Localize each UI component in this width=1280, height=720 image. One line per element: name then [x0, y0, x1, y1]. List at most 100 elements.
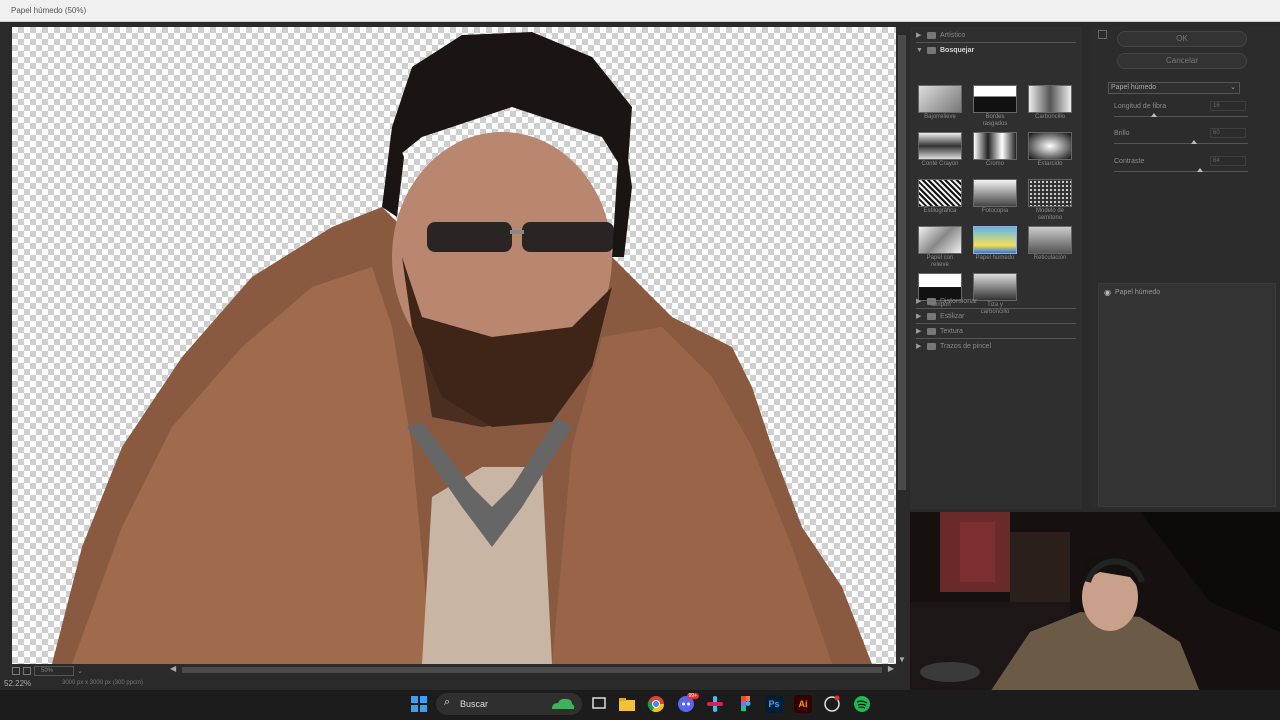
filter-select-value: Papel húmedo — [1111, 84, 1157, 91]
slider-track[interactable] — [1114, 143, 1248, 144]
param-value-input[interactable]: 64 — [1210, 156, 1246, 166]
collapse-arrow-icon: ▼ — [916, 46, 923, 54]
thumb-label: Papel húmedo — [975, 255, 1015, 261]
discord-icon[interactable]: 99+ — [677, 693, 699, 713]
folder-icon — [927, 342, 936, 350]
slider-track[interactable] — [1114, 171, 1248, 172]
folder-icon — [927, 31, 936, 39]
filter-thumb-bordes-rasgados[interactable]: Bordes rasgados — [973, 85, 1017, 128]
chevron-down-icon[interactable]: ⌄ — [77, 667, 83, 675]
filter-thumb-estilografica[interactable]: Estilográfica — [918, 179, 962, 215]
taskbar-search[interactable]: ⌕ Buscar — [436, 693, 582, 715]
zoom-controls: 50% ⌄ — [12, 665, 83, 677]
expand-arrow-icon: ▶ — [916, 313, 922, 320]
filter-gallery-panel: ▶ Artístico ▼ Bosquejar Bajorrelieve Bor… — [910, 27, 1082, 509]
filter-thumb-fotocopia[interactable]: Fotocopia — [973, 179, 1017, 215]
category-textura[interactable]: ▶ Textura — [916, 325, 963, 337]
preview-vertical-scrollbar[interactable]: ▼ — [896, 27, 908, 664]
weather-cloud-icon — [552, 698, 575, 709]
filter-thumb-modelo-de-semitono[interactable]: Modelo de semitono — [1028, 179, 1072, 222]
filter-thumb-cromo[interactable]: Cromo — [973, 132, 1017, 168]
filter-thumb-bajorrelieve[interactable]: Bajorrelieve — [918, 85, 962, 121]
slider-track[interactable] — [1114, 116, 1248, 117]
search-icon: ⌕ — [444, 696, 451, 708]
webcam-feed-image — [910, 512, 1280, 692]
github-icon[interactable] — [823, 695, 841, 713]
category-label: Trazos de pincel — [940, 342, 992, 350]
effect-layer-row[interactable]: ◉ Papel húmedo — [1104, 288, 1160, 297]
param-value-input[interactable]: 60 — [1210, 128, 1246, 138]
zoom-in-button[interactable] — [23, 667, 31, 675]
param-contraste: Contraste 64 — [1114, 156, 1250, 180]
param-brillo: Brillo 60 — [1114, 128, 1250, 152]
filter-preview-canvas[interactable] — [12, 27, 896, 664]
filter-settings-panel: OK Cancelar Papel húmedo ⌄ Longitud de f… — [1090, 27, 1280, 509]
expand-arrow-icon: ▶ — [916, 298, 922, 305]
filter-thumb-conte-crayon[interactable]: Conté Crayon — [918, 132, 962, 168]
file-explorer-icon[interactable] — [618, 695, 636, 713]
category-distorsionar[interactable]: ▶ Distorsionar — [916, 295, 977, 307]
filter-thumb-reticulacion[interactable]: Reticulación — [1028, 226, 1072, 262]
ok-button[interactable]: OK — [1117, 31, 1247, 47]
category-bosquejar[interactable]: ▼ Bosquejar — [916, 44, 974, 56]
thumb-label: Papel con relieve — [926, 255, 954, 268]
thumb-label: Carboncillo — [1034, 114, 1065, 120]
expand-arrow-icon: ▶ — [916, 343, 922, 350]
category-label: Estilizar — [940, 312, 965, 320]
filter-thumb-carboncillo[interactable]: Carboncillo — [1028, 85, 1072, 121]
scroll-left-arrow-icon[interactable]: ◀ — [170, 664, 176, 673]
param-label: Longitud de fibra — [1114, 103, 1167, 110]
category-trazos-de-pincel[interactable]: ▶ Trazos de pincel — [916, 340, 991, 352]
folder-icon — [927, 327, 936, 335]
thumb-label: Cromo — [985, 161, 1004, 167]
category-estilizar[interactable]: ▶ Estilizar — [916, 310, 965, 322]
thumb-label: Modelo de semitono — [1035, 208, 1065, 221]
slack-icon[interactable] — [706, 695, 724, 713]
horizontal-scroll-thumb[interactable] — [182, 667, 882, 673]
thumb-label: Reticulación — [1033, 255, 1067, 261]
cancel-button[interactable]: Cancelar — [1117, 53, 1247, 69]
thumb-label: Estarcido — [1037, 161, 1063, 167]
filter-thumb-papel-con-relieve[interactable]: Papel con relieve — [918, 226, 962, 269]
slider-knob[interactable] — [1191, 140, 1198, 144]
chrome-icon[interactable] — [647, 695, 665, 713]
spotify-icon[interactable] — [853, 695, 871, 713]
scroll-right-arrow-icon[interactable]: ▶ — [888, 664, 894, 673]
scroll-down-arrow-icon[interactable]: ▼ — [898, 655, 906, 664]
windows-start-icon[interactable] — [410, 695, 428, 713]
photoshop-icon[interactable]: Ps — [765, 695, 783, 713]
vertical-scroll-thumb[interactable] — [898, 35, 906, 490]
preview-horizontal-scrollbar[interactable]: ◀ ▶ — [168, 664, 896, 676]
task-view-icon[interactable] — [590, 695, 608, 713]
chevron-down-icon: ⌄ — [1230, 84, 1236, 91]
filter-thumb-tiza-y-carboncillo[interactable]: Tiza y carboncillo — [973, 273, 1017, 316]
folder-icon — [927, 312, 936, 320]
filter-thumb-papel-humedo[interactable]: Papel húmedo — [973, 226, 1017, 262]
photoshop-filter-gallery-window: Papel húmedo (50%) ▼ ◀ ▶ 50% ⌄ 52.22% 30… — [0, 0, 1280, 720]
dialog-title-bar[interactable]: Papel húmedo (50%) — [0, 0, 1280, 22]
zoom-out-button[interactable] — [12, 667, 20, 675]
thumb-label: Conté Crayon — [921, 161, 959, 167]
param-label: Brillo — [1114, 130, 1130, 137]
slider-knob[interactable] — [1196, 168, 1203, 172]
divider — [916, 308, 1076, 309]
zoom-level-readout: 52.22% — [4, 679, 32, 688]
thumb-label: Bordes rasgados — [982, 114, 1008, 127]
eye-icon[interactable]: ◉ — [1104, 288, 1111, 297]
dialog-title: Papel húmedo (50%) — [11, 6, 87, 15]
illustrator-icon[interactable]: Ai — [794, 695, 812, 713]
notification-badge: 99+ — [686, 693, 699, 699]
thumb-label: Fotocopia — [981, 208, 1009, 214]
filter-select[interactable]: Papel húmedo ⌄ — [1108, 82, 1240, 94]
filter-thumb-estarcido[interactable]: Estarcido — [1028, 132, 1072, 168]
divider — [916, 338, 1076, 339]
category-artistico[interactable]: ▶ Artístico — [916, 29, 965, 41]
zoom-select[interactable]: 50% — [34, 666, 74, 676]
param-value-input[interactable]: 16 — [1210, 101, 1246, 111]
effect-layers-list: ◉ Papel húmedo — [1098, 283, 1276, 507]
slider-knob[interactable] — [1151, 113, 1158, 117]
toggle-gallery-icon[interactable] — [1098, 30, 1107, 39]
folder-icon — [927, 297, 936, 305]
figma-icon[interactable] — [736, 695, 754, 713]
thumb-label: Bajorrelieve — [924, 114, 956, 120]
